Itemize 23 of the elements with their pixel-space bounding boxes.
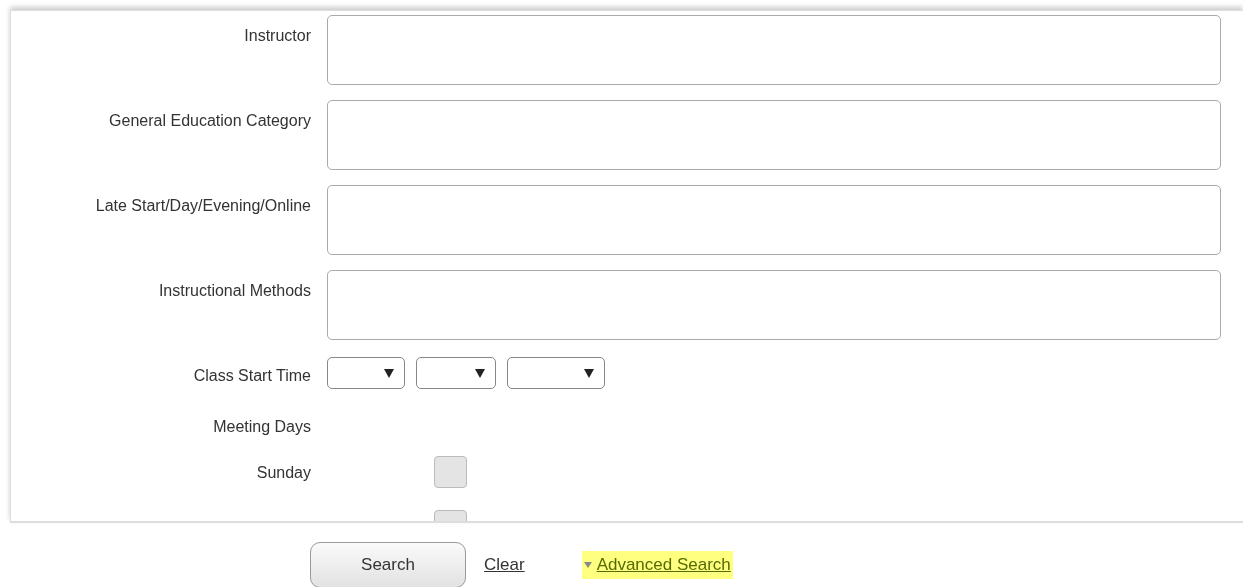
dropdown[interactable] — [507, 357, 605, 389]
checkbox[interactable] — [434, 456, 467, 488]
caret-icon — [583, 562, 592, 568]
field-label: Instructional Methods — [157, 281, 311, 300]
clear-link[interactable]: Clear — [484, 555, 525, 575]
advanced-search-toggle[interactable]: Advanced Search — [581, 551, 733, 579]
dropdown-arrow-icon — [584, 368, 594, 378]
advanced-search-link[interactable]: Advanced Search — [596, 555, 731, 575]
text-field[interactable] — [327, 100, 1221, 170]
text-field[interactable] — [327, 270, 1221, 340]
dropdown-arrow-icon — [384, 368, 394, 378]
field-label: Sunday — [255, 463, 311, 482]
field-label: General Education Category — [108, 111, 311, 130]
dropdown-arrow-icon — [475, 368, 485, 378]
field-label: Class Start Time — [192, 366, 311, 385]
field-label: Instructor — [243, 26, 311, 45]
search-button[interactable]: Search — [310, 542, 466, 587]
field-label: Late Start/Day/Evening/Online — [94, 196, 311, 215]
text-field[interactable] — [327, 15, 1221, 85]
dropdown[interactable] — [327, 357, 405, 389]
text-field[interactable] — [327, 185, 1221, 255]
field-label: Meeting Days — [212, 417, 311, 436]
dropdown[interactable] — [416, 357, 496, 389]
